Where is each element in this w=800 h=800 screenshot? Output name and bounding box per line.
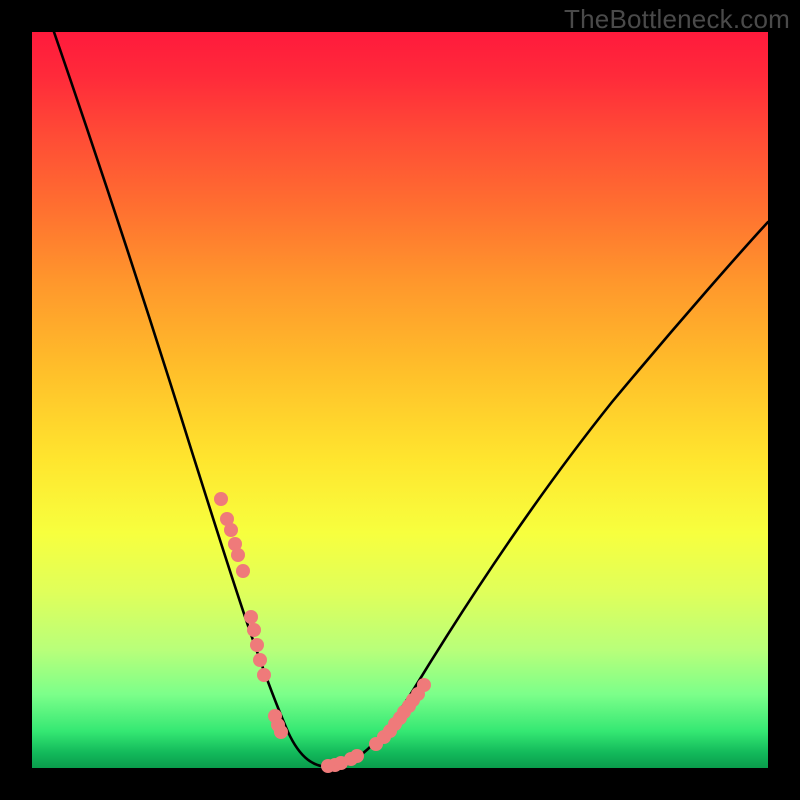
plot-area: [32, 32, 768, 768]
highlight-dots-right: [321, 678, 431, 773]
chart-svg: [32, 32, 768, 768]
bottleneck-curve: [54, 32, 768, 767]
watermark-text: TheBottleneck.com: [564, 4, 790, 35]
chart-frame: TheBottleneck.com: [0, 0, 800, 800]
